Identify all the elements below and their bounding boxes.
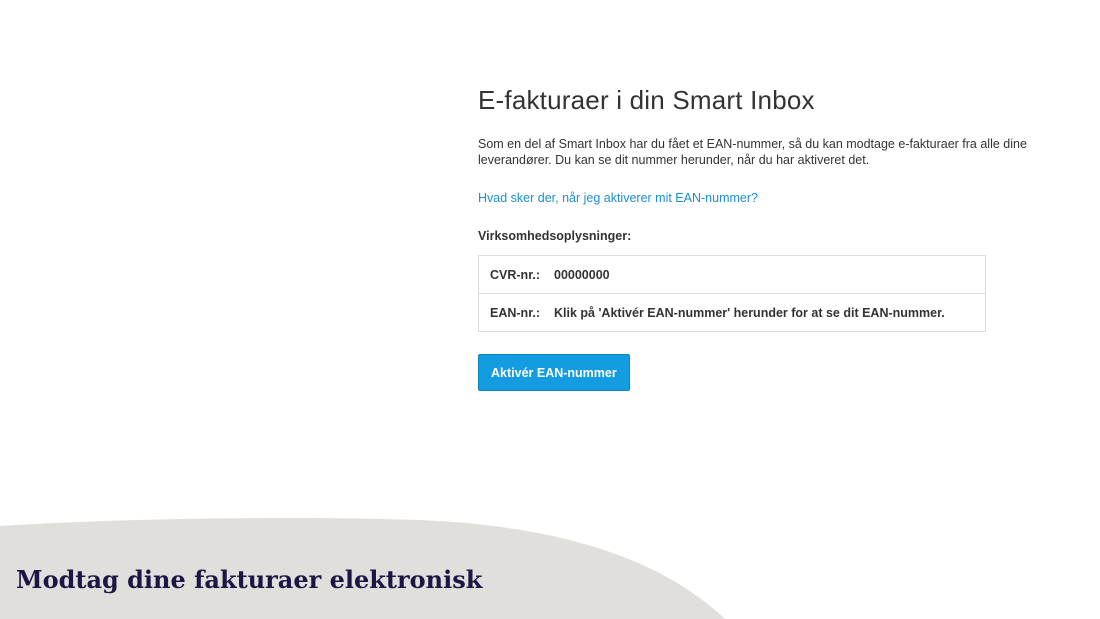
- page-title: E-fakturaer i din Smart Inbox: [478, 85, 815, 115]
- ean-help-link[interactable]: Hvad sker der, når jeg aktiverer mit EAN…: [478, 190, 758, 206]
- intro-text: Som en del af Smart Inbox har du fået et…: [478, 137, 1027, 167]
- table-row: EAN-nr.: Klik på 'Aktivér EAN-nummer' he…: [478, 293, 986, 332]
- company-info-table: CVR-nr.: 00000000 EAN-nr.: Klik på 'Akti…: [478, 255, 986, 332]
- ean-label: EAN-nr.:: [478, 293, 554, 332]
- footer-caption: Modtag dine fakturaer elektronisk: [16, 565, 483, 594]
- main-content: E-fakturaer i din Smart Inbox Som en del…: [478, 84, 1068, 391]
- cvr-label: CVR-nr.:: [490, 267, 540, 282]
- cvr-value: 00000000: [554, 267, 610, 282]
- ean-value: Klik på 'Aktivér EAN-nummer' herunder fo…: [554, 293, 986, 332]
- activate-ean-button[interactable]: Aktivér EAN-nummer: [478, 354, 630, 391]
- table-row: CVR-nr.: 00000000: [479, 256, 986, 294]
- page: E-fakturaer i din Smart Inbox Som en del…: [0, 0, 1100, 619]
- company-info-label: Virksomhedsoplysninger:: [478, 229, 632, 243]
